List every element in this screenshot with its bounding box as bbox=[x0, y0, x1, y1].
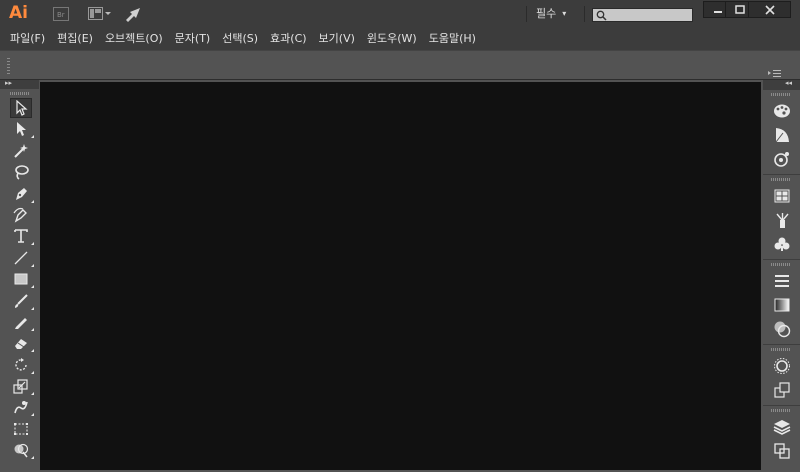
shape-builder-tool-icon[interactable] bbox=[10, 440, 34, 460]
control-bar-grip[interactable] bbox=[7, 58, 10, 74]
arrange-documents-icon[interactable] bbox=[88, 5, 112, 23]
tools-panel-grip[interactable] bbox=[10, 92, 30, 95]
panel-group bbox=[763, 405, 800, 463]
maximize-icon bbox=[735, 5, 745, 14]
panel-group-grip[interactable] bbox=[771, 409, 791, 412]
swatches-panel-icon[interactable] bbox=[763, 184, 800, 208]
panel-group bbox=[763, 344, 800, 402]
color-guide-panel-icon[interactable] bbox=[763, 123, 800, 147]
svg-text:Br: Br bbox=[57, 11, 65, 19]
menu-edit[interactable]: 편집(E) bbox=[52, 28, 100, 50]
workspace-switcher[interactable]: 필수 ▾ bbox=[536, 6, 566, 22]
minimize-icon bbox=[714, 10, 722, 13]
panel-group-grip[interactable] bbox=[771, 263, 791, 266]
close-button[interactable] bbox=[748, 1, 791, 18]
brushes-panel-icon[interactable] bbox=[763, 208, 800, 232]
menu-help[interactable]: 도움말(H) bbox=[424, 28, 483, 50]
stroke-panel-icon[interactable] bbox=[763, 269, 800, 293]
dock-header[interactable]: ◂◂ bbox=[763, 79, 800, 89]
collapse-icon[interactable]: ◂◂ bbox=[785, 79, 792, 87]
gradient-panel-icon[interactable] bbox=[763, 293, 800, 317]
magic-wand-tool-icon[interactable] bbox=[10, 141, 32, 161]
title-bar: Ai Br 필수 ▾ bbox=[0, 0, 800, 28]
appearance-panel-icon[interactable] bbox=[763, 354, 800, 378]
document-canvas[interactable] bbox=[40, 82, 761, 470]
control-bar bbox=[0, 50, 800, 80]
panel-group-grip[interactable] bbox=[771, 178, 791, 181]
tools-panel-header[interactable]: ▸▸ bbox=[0, 79, 39, 89]
panel-group bbox=[763, 259, 800, 341]
close-icon bbox=[764, 4, 775, 15]
direct-selection-tool-icon[interactable] bbox=[10, 119, 34, 139]
tools-panel: ▸▸ bbox=[0, 79, 39, 472]
search-icon bbox=[596, 10, 607, 21]
layers-panel-icon[interactable] bbox=[763, 415, 800, 439]
rotate-tool-icon[interactable] bbox=[10, 355, 34, 375]
divider bbox=[526, 6, 527, 22]
eraser-tool-icon[interactable] bbox=[10, 333, 34, 353]
selection-tool-icon[interactable] bbox=[10, 98, 32, 118]
panel-group bbox=[763, 174, 800, 256]
panel-menu-icon[interactable] bbox=[768, 62, 782, 81]
bridge-icon[interactable]: Br bbox=[52, 5, 70, 23]
color-themes-panel-icon[interactable] bbox=[763, 147, 800, 171]
sync-icon[interactable] bbox=[124, 5, 142, 23]
pencil-tool-icon[interactable] bbox=[10, 312, 34, 332]
paintbrush-tool-icon[interactable] bbox=[10, 291, 34, 311]
app-logo: Ai bbox=[9, 3, 28, 23]
menu-view[interactable]: 보기(V) bbox=[314, 28, 362, 50]
menu-select[interactable]: 선택(S) bbox=[217, 28, 265, 50]
color-panel-icon[interactable] bbox=[763, 99, 800, 123]
line-segment-tool-icon[interactable] bbox=[10, 248, 34, 268]
warp-tool-icon[interactable] bbox=[10, 397, 34, 417]
scale-tool-icon[interactable] bbox=[10, 376, 34, 396]
menu-object[interactable]: 오브젝트(O) bbox=[100, 28, 170, 50]
menu-window[interactable]: 윈도우(W) bbox=[362, 28, 424, 50]
expand-icon[interactable]: ▸▸ bbox=[5, 79, 12, 87]
panel-group bbox=[763, 89, 800, 171]
search-input[interactable] bbox=[592, 8, 693, 22]
transparency-panel-icon[interactable] bbox=[763, 317, 800, 341]
menu-bar: 파일(F) 편집(E) 오브젝트(O) 문자(T) 선택(S) 효과(C) 보기… bbox=[0, 28, 800, 50]
divider bbox=[584, 6, 585, 22]
lasso-tool-icon[interactable] bbox=[10, 162, 32, 182]
panel-group-grip[interactable] bbox=[771, 93, 791, 96]
panel-dock: ◂◂ bbox=[763, 79, 800, 472]
workspace-label: 필수 bbox=[536, 7, 557, 20]
free-transform-tool-icon[interactable] bbox=[10, 419, 32, 439]
rectangle-tool-icon[interactable] bbox=[10, 269, 34, 289]
pen-tool-icon[interactable] bbox=[10, 184, 34, 204]
graphic-styles-panel-icon[interactable] bbox=[763, 378, 800, 402]
symbols-panel-icon[interactable] bbox=[763, 232, 800, 256]
curvature-tool-icon[interactable] bbox=[10, 205, 32, 225]
menu-file[interactable]: 파일(F) bbox=[0, 28, 52, 50]
panel-group-grip[interactable] bbox=[771, 348, 791, 351]
artboards-panel-icon[interactable] bbox=[763, 439, 800, 463]
menu-type[interactable]: 문자(T) bbox=[170, 28, 218, 50]
type-tool-icon[interactable] bbox=[10, 226, 34, 246]
menu-effect[interactable]: 효과(C) bbox=[265, 28, 314, 50]
chevron-down-icon: ▾ bbox=[562, 9, 567, 18]
